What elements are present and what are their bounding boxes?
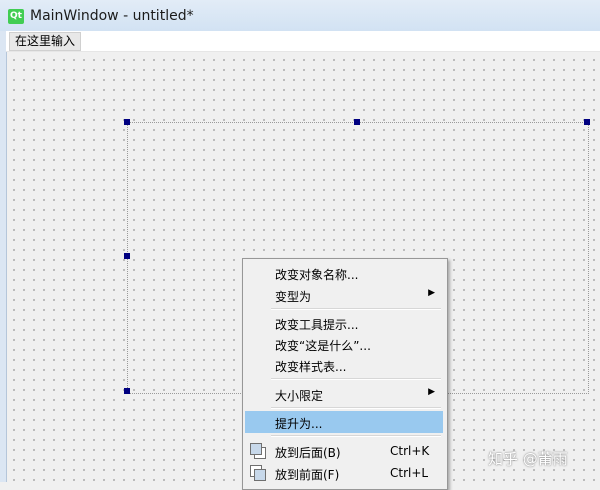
menu-separator [271, 407, 441, 409]
menu-item-label: 变型为 [275, 290, 312, 304]
menu-bar[interactable]: 在这里输入 [6, 31, 600, 52]
menu-item-promote-to[interactable]: 提升为... [245, 411, 443, 433]
menu-item-label: 改变样式表... [275, 360, 347, 374]
resize-handle-top-right[interactable] [584, 119, 590, 125]
menu-item-label: 改变“这是什么”... [275, 339, 371, 353]
menu-item-label: 提升为... [275, 417, 323, 431]
menu-separator [271, 308, 441, 310]
title-bar[interactable]: Qt MainWindow - untitled* [0, 0, 600, 32]
watermark: 知乎 @莆雨 [488, 450, 568, 468]
resize-handle-bottom-left[interactable] [124, 388, 130, 394]
menu-item-shortcut: Ctrl+K [390, 444, 430, 458]
menu-item-morph-into[interactable]: 变型为 ▶ [245, 284, 443, 306]
menu-item-shortcut: Ctrl+L [390, 466, 429, 480]
menu-type-here-item[interactable]: 在这里输入 [9, 32, 82, 51]
menu-item-change-whats-this[interactable]: 改变“这是什么”... [245, 333, 443, 355]
menu-item-change-tooltip[interactable]: 改变工具提示... [245, 312, 443, 334]
menu-item-size-constraints[interactable]: 大小限定 ▶ [245, 383, 443, 405]
menu-separator [271, 435, 441, 437]
resize-handle-top-left[interactable] [124, 119, 130, 125]
menu-item-bring-to-front[interactable]: 放到前面(F) Ctrl+L [245, 462, 443, 484]
menu-item-label: 改变对象名称... [275, 268, 359, 282]
send-to-back-icon [249, 442, 266, 459]
submenu-arrow-icon: ▶ [428, 288, 435, 298]
resize-handle-top[interactable] [354, 119, 360, 125]
menu-item-send-to-back[interactable]: 放到后面(B) Ctrl+K [245, 440, 443, 462]
menu-item-change-object-name[interactable]: 改变对象名称... [245, 262, 443, 284]
menu-separator [271, 378, 441, 380]
resize-handle-left[interactable] [124, 253, 130, 259]
menu-item-label: 放到前面(F) [275, 468, 340, 482]
submenu-arrow-icon: ▶ [428, 387, 435, 397]
menu-item-label: 大小限定 [275, 389, 324, 403]
qt-logo-icon: Qt [8, 9, 24, 24]
menu-item-label: 放到后面(B) [275, 446, 341, 460]
bring-to-front-icon [249, 464, 266, 481]
menu-item-change-stylesheet[interactable]: 改变样式表... [245, 354, 443, 376]
menu-item-label: 改变工具提示... [275, 318, 359, 332]
window-left-border [0, 31, 7, 482]
window-title: MainWindow - untitled* [30, 8, 194, 24]
context-menu: 改变对象名称... 变型为 ▶ 改变工具提示... 改变“这是什么”... 改变… [242, 258, 448, 490]
